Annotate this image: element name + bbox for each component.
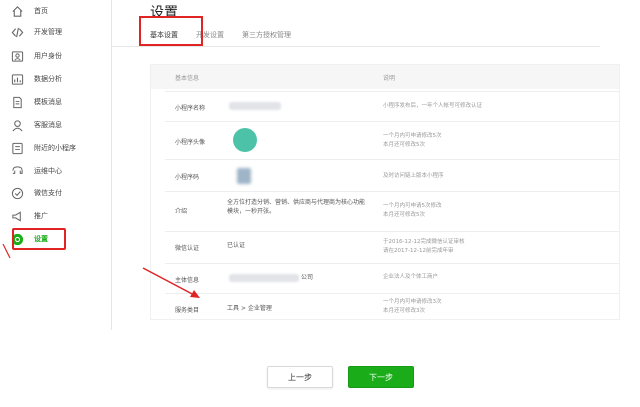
sidebar-item-label: 客服消息 [34, 121, 62, 129]
sidebar-item-user-identity[interactable]: 用户身份 [10, 45, 106, 67]
table-row-avatar: 小程序头像 一个月内可申请修改5次 本月还可修改5次 [165, 121, 619, 159]
sidebar-item-home[interactable]: 首页 [10, 0, 106, 22]
wechat-pay-icon [10, 186, 24, 200]
customer-service-icon [10, 118, 24, 132]
table-header: 基本信息 说明 [151, 65, 619, 89]
row-label: 服务类目 [175, 307, 200, 314]
prev-step-button[interactable]: 上一步 [267, 366, 333, 388]
location-icon [10, 141, 24, 155]
sidebar-item-label: 用户身份 [34, 52, 62, 60]
shield-icon [10, 164, 24, 178]
sidebar: 首页 开发管理 用户身份 数据分析 模板消息 客服消息 附近的小程序 运维中心 … [0, 0, 112, 330]
table-row-verification: 微信认证 已认证 于2016-12-12完成微信认证审核 请在2017-12-1… [165, 231, 619, 263]
sidebar-item-label: 推广 [34, 212, 48, 220]
row-value: 已认证 [227, 242, 246, 249]
sidebar-item-label: 开发管理 [34, 28, 62, 36]
header-basic-info: 基本信息 [175, 75, 200, 82]
miniprogram-avatar[interactable] [233, 128, 257, 152]
row-label: 小程序名称 [175, 105, 206, 112]
row-value: 工具 > 企业管理 [227, 305, 272, 312]
row-value: 公司 [301, 274, 314, 281]
document-icon [10, 95, 24, 109]
highlight-box-basic-settings [139, 16, 203, 46]
row-description: 一个月内可申请5次修改 本月还可修改5次 [383, 203, 442, 218]
table-row-category: 服务类目 工具 > 企业管理 一个月内可申请修改3次 本月还可修改3次 [165, 293, 619, 321]
sidebar-item-label: 数据分析 [34, 75, 62, 83]
sidebar-item-template-messages[interactable]: 模板消息 [10, 91, 106, 113]
sidebar-item-label: 首页 [34, 7, 48, 15]
row-value: 全方位打造分销、营销、供应商与代理商为核心功能 模块，一秒开张。 [227, 199, 366, 215]
sidebar-item-dev-management[interactable]: 开发管理 [10, 21, 106, 43]
header-description: 说明 [383, 75, 396, 82]
redacted-entity [229, 274, 299, 282]
sidebar-item-nearby-miniprogram[interactable]: 附近的小程序 [10, 137, 106, 159]
sidebar-item-customer-service[interactable]: 客服消息 [10, 114, 106, 136]
chart-icon [10, 72, 24, 86]
row-label: 微信认证 [175, 245, 200, 252]
sidebar-item-label: 附近的小程序 [34, 144, 76, 152]
row-label: 小程序码 [175, 174, 200, 181]
highlight-box-settings [12, 228, 66, 250]
row-label: 小程序头像 [175, 139, 206, 146]
row-label: 介绍 [175, 208, 188, 215]
settings-table: 基本信息 说明 小程序名称 小程序发布后，一年个人帐号可修改认证 小程序头像 一… [150, 64, 620, 320]
megaphone-icon [10, 209, 24, 223]
sidebar-item-label: 模板消息 [34, 98, 62, 106]
sidebar-item-wechat-pay[interactable]: 微信支付 [10, 182, 106, 204]
sidebar-item-promotion[interactable]: 推广 [10, 205, 106, 227]
row-description: 一个月内可申请修改5次 本月还可修改5次 [383, 133, 442, 148]
sidebar-item-ops-center[interactable]: 运维中心 [10, 160, 106, 182]
next-step-button[interactable]: 下一步 [348, 366, 414, 388]
home-icon [10, 4, 24, 18]
sidebar-item-label: 微信支付 [34, 189, 62, 197]
table-row-entity: 主体信息 公司 企业法人及个体工商户 [165, 263, 619, 293]
sidebar-item-label: 运维中心 [34, 167, 62, 175]
table-row-qrcode: 小程序码 及时访问链上版本小程序 [165, 159, 619, 191]
redacted-name [229, 102, 281, 110]
sidebar-item-data-analysis[interactable]: 数据分析 [10, 68, 106, 90]
code-icon [10, 25, 24, 39]
row-description: 于2016-12-12完成微信认证审核 请在2017-12-12前完成年审 [383, 239, 465, 254]
row-description: 及时访问链上版本小程序 [383, 173, 444, 179]
table-row-name: 小程序名称 小程序发布后，一年个人帐号可修改认证 [165, 91, 619, 121]
tab-divider [112, 46, 600, 47]
tab-third-party-auth[interactable]: 第三方授权管理 [242, 28, 291, 46]
row-description: 小程序发布后，一年个人帐号可修改认证 [383, 103, 483, 109]
row-description: 一个月内可申请修改3次 本月还可修改3次 [383, 299, 442, 314]
table-row-intro: 介绍 全方位打造分销、营销、供应商与代理商为核心功能 模块，一秒开张。 一个月内… [165, 191, 619, 231]
row-description: 企业法人及个体工商户 [383, 274, 439, 280]
qrcode-image[interactable] [237, 168, 251, 184]
user-icon [10, 49, 24, 63]
row-label: 主体信息 [175, 277, 200, 284]
